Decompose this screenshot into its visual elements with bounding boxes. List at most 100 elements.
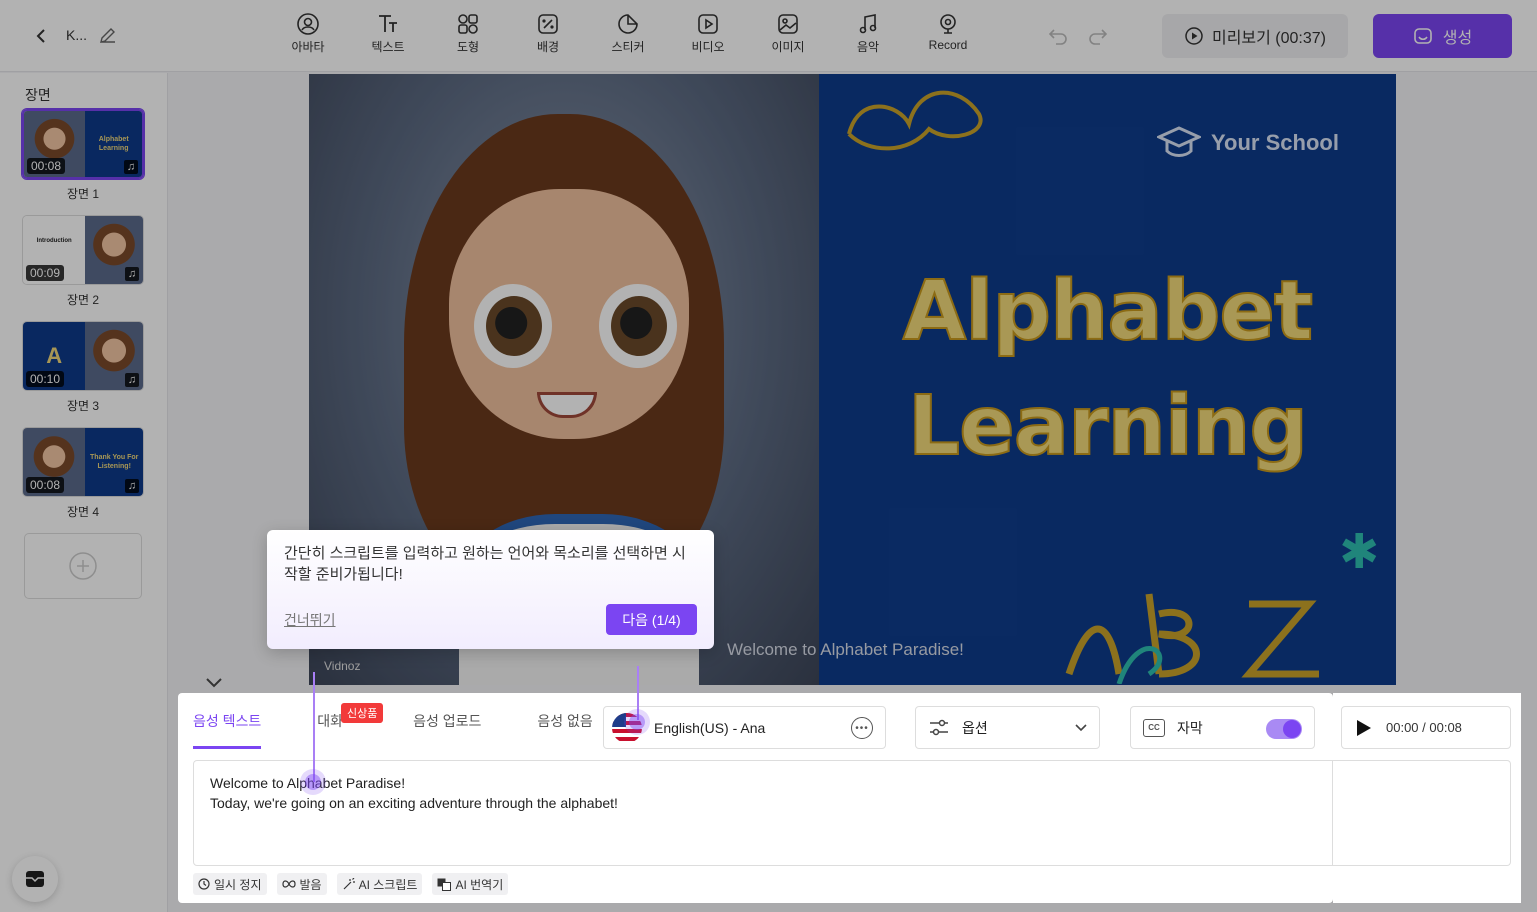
tool-image[interactable]: 이미지 [748, 12, 828, 58]
next-button[interactable]: 다음 (1/4) [606, 604, 697, 635]
create-label: 생성 [1442, 30, 1473, 47]
play-circle-icon [1185, 27, 1203, 45]
script-textarea[interactable]: Welcome to Alphabet Paradise! Today, we'… [193, 760, 1333, 866]
tool-music[interactable]: 음악 [828, 12, 908, 58]
graduation-cap-icon [1157, 126, 1201, 157]
scene-item-2[interactable]: Introduction 00:09 ♫ 장면 2 [22, 215, 144, 308]
scene-label: 장면 3 [66, 399, 100, 413]
back-button[interactable] [28, 22, 56, 50]
scene-duration: 00:09 [26, 265, 65, 281]
tooltip-pointer-line [637, 666, 639, 720]
scene-duration: 00:08 [27, 158, 66, 174]
title-line-1: Alphabet [902, 263, 1315, 360]
tooltip-text: 간단히 스크립트를 입력하고 원하는 언어와 목소리를 선택하면 시작할 준비가… [284, 545, 686, 583]
letters-doodle [1065, 593, 1319, 684]
ai-translator-button[interactable]: AI 번역기 [432, 873, 509, 895]
school-logo: Your School [1157, 126, 1339, 160]
scene-duration: 00:10 [26, 371, 65, 387]
edit-icon[interactable] [98, 25, 118, 45]
tool-shapes[interactable]: 도형 [428, 12, 508, 58]
tool-text[interactable]: 텍스트 [348, 12, 428, 58]
tool-label: 텍스트 [371, 40, 405, 54]
voice-select[interactable]: English(US) - Ana ••• [603, 706, 886, 749]
script-tools: 일시 정지 발음 AI 스크립트 AI 번역기 [193, 873, 509, 895]
title-line-2: Learning [907, 378, 1309, 475]
chip-label: 발음 [299, 877, 322, 892]
tab-voice-text[interactable]: 음성 텍스트 [193, 693, 262, 749]
school-name: Your School [1211, 130, 1339, 155]
chip-label: AI 번역기 [455, 877, 504, 892]
music-icon: ♫ [125, 479, 139, 493]
tab-voice-upload[interactable]: 음성 업로드 [413, 693, 481, 749]
scene-label: 장면 4 [66, 505, 100, 519]
preview-label: 미리보기 (00:37) [1211, 30, 1327, 47]
skip-link[interactable]: 건너뛰기 [284, 610, 336, 630]
tool-video[interactable]: 비디오 [668, 12, 748, 58]
tooltip-pointer-line [313, 672, 315, 782]
new-badge: 신상품 [341, 703, 384, 723]
onboarding-tooltip: 간단히 스크립트를 입력하고 원하는 언어와 목소리를 선택하면 시작할 준비가… [267, 530, 714, 649]
tool-label: 스티커 [611, 40, 645, 54]
tool-avatar[interactable]: 아바타 [268, 12, 348, 58]
scene-thumbnail: Alphabet Learning 00:08 ♫ [22, 109, 144, 179]
add-scene-button[interactable] [24, 533, 142, 599]
scene-thumbnail: Introduction 00:09 ♫ [22, 215, 144, 285]
redo-icon[interactable] [1086, 24, 1110, 48]
avatar-eye [599, 284, 677, 368]
background-icon [538, 14, 558, 34]
toolbar: 아바타 텍스트 도형 배경 스티커 비디오 이미지 음악 Record [268, 12, 988, 58]
scene-thumbnail: Thank You For Listening! 00:08 ♫ [22, 427, 144, 497]
player-panel: 00:00 / 00:08 [1333, 693, 1521, 903]
tool-label: 도형 [456, 40, 480, 54]
options-dropdown[interactable]: 옵션 [915, 706, 1100, 749]
infinity-icon [281, 880, 296, 888]
scene-item-1[interactable]: Alphabet Learning 00:08 ♫ 장면 1 [22, 109, 144, 202]
options-label: 옵션 [962, 719, 988, 736]
scene-label: 장면 2 [66, 293, 100, 307]
watermark: Vidnoz [324, 659, 361, 673]
tool-record[interactable]: Record [908, 12, 988, 58]
more-options-icon[interactable]: ••• [851, 717, 873, 739]
preview-button[interactable]: 미리보기 (00:37) [1162, 14, 1348, 58]
scenes-panel: 장면 Alphabet Learning 00:08 ♫ 장면 1 Introd… [0, 73, 168, 912]
magic-wand-icon [343, 877, 355, 889]
scene-item-3[interactable]: A 00:10 ♫ 장면 3 [22, 321, 144, 414]
tooltip-pointer-dot [629, 714, 645, 730]
image-icon [778, 14, 798, 34]
tool-label: 음악 [856, 40, 880, 54]
plus-circle-icon [69, 552, 97, 580]
pronunciation-button[interactable]: 발음 [276, 873, 327, 895]
tool-label: 아바타 [291, 40, 325, 54]
music-icon: ♫ [125, 267, 139, 281]
scene-item-4[interactable]: Thank You For Listening! 00:08 ♫ 장면 4 [22, 427, 144, 520]
generate-icon [1413, 28, 1432, 44]
create-button[interactable]: 생성 [1373, 14, 1512, 58]
chevron-down-icon[interactable] [200, 670, 228, 694]
chevron-down-icon [1075, 724, 1087, 732]
title-area[interactable]: Your School Alphabet Learning ✱ [819, 74, 1396, 685]
ai-script-button[interactable]: AI 스크립트 [336, 873, 423, 895]
caption-toggle[interactable] [1266, 719, 1302, 739]
tool-sticker[interactable]: 스티커 [588, 12, 668, 58]
tab-dialogue[interactable]: 대화 [317, 693, 343, 749]
sliders-icon [930, 719, 948, 735]
doodle-decoration [847, 90, 983, 151]
scene-label: 장면 1 [66, 187, 100, 201]
script-textarea-extension [1333, 760, 1511, 866]
music-icon: ♫ [124, 160, 138, 174]
script-line: Welcome to Alphabet Paradise! [210, 775, 406, 791]
avatar-eye [474, 284, 552, 368]
voice-editor-panel: 음성 텍스트 대화 음성 업로드 음성 없음 신상품 English(US) -… [178, 693, 1333, 903]
scene-thumbnail: A 00:10 ♫ [22, 321, 144, 391]
player-time: 00:00 / 00:08 [1386, 720, 1462, 735]
shapes-icon [458, 14, 478, 34]
undo-icon[interactable] [1046, 24, 1070, 48]
pause-button[interactable]: 일시 정지 [193, 873, 267, 895]
caption-label: 자막 [1177, 719, 1203, 736]
voice-play-button[interactable]: 00:00 / 00:08 [1341, 706, 1511, 749]
project-name[interactable]: K... [66, 27, 87, 43]
tab-no-voice[interactable]: 음성 없음 [537, 693, 592, 749]
tool-background[interactable]: 배경 [508, 12, 588, 58]
chip-label: 일시 정지 [214, 877, 262, 892]
chat-button[interactable] [12, 856, 58, 902]
